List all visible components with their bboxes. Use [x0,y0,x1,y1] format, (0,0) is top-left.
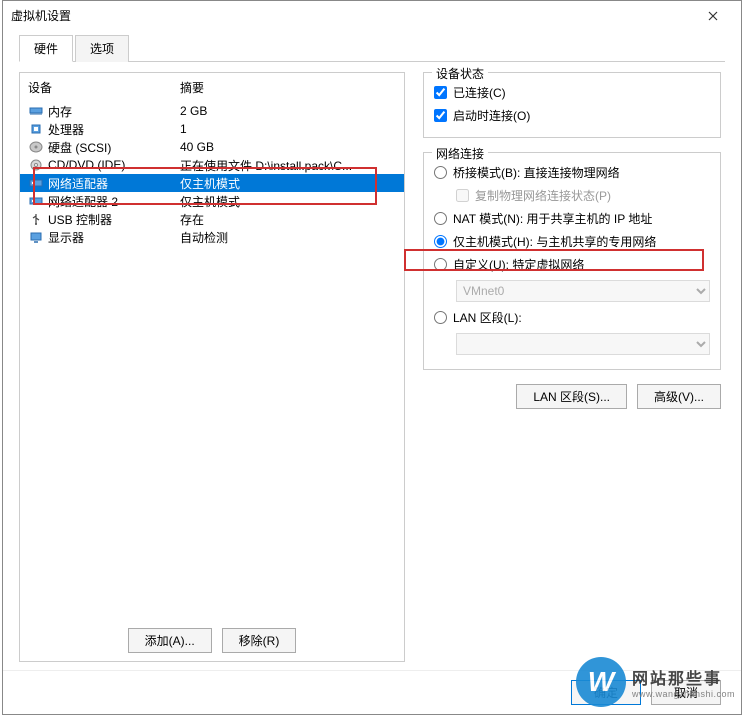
bridged-label: 桥接模式(B): 直接连接物理网络 [453,164,620,181]
tab-hardware[interactable]: 硬件 [19,35,73,62]
network-connection-group: 网络连接 桥接模式(B): 直接连接物理网络 复制物理网络连接状态(P) NAT… [423,152,721,370]
device-label: 网络适配器 2 [48,193,180,210]
bridged-radio[interactable] [434,166,447,179]
tab-bar: 硬件 选项 [3,31,741,62]
device-summary: 2 GB [180,104,400,118]
device-label: 处理器 [48,121,180,138]
connected-checkbox-row[interactable]: 已连接(C) [434,81,710,104]
close-icon [708,11,718,21]
device-row[interactable]: USB 控制器存在 [20,210,404,228]
disk-icon [28,140,44,154]
device-row[interactable]: CD/DVD (IDE)正在使用文件 D:\install.pack\C... [20,156,404,174]
device-label: 显示器 [48,229,180,246]
device-summary: 仅主机模式 [180,175,400,192]
memory-icon [28,104,44,118]
device-row[interactable]: 网络适配器仅主机模式 [20,174,404,192]
custom-radio-row[interactable]: 自定义(U): 特定虚拟网络 [434,253,710,276]
device-list-header: 设备 摘要 [20,73,404,102]
settings-panel: 设备状态 已连接(C) 启动时连接(O) 网络连接 桥接模式(B): 直接连接物… [419,72,725,662]
nat-label: NAT 模式(N): 用于共享主机的 IP 地址 [453,210,652,227]
vmnet-select-row: VMnet0 [434,276,710,306]
device-summary: 自动检测 [180,229,400,246]
custom-label: 自定义(U): 特定虚拟网络 [453,256,584,273]
lan-select [456,333,710,355]
lan-select-row [434,329,710,359]
usb-icon [28,212,44,226]
device-label: USB 控制器 [48,211,180,228]
device-row[interactable]: 内存2 GB [20,102,404,120]
nic-icon [28,194,44,208]
replicate-row: 复制物理网络连接状态(P) [434,184,710,207]
lan-segment-label: LAN 区段(L): [453,309,522,326]
display-icon [28,230,44,244]
device-label: 硬盘 (SCSI) [48,139,180,156]
connect-poweron-row[interactable]: 启动时连接(O) [434,104,710,127]
device-label: 网络适配器 [48,175,180,192]
connected-label: 已连接(C) [453,84,506,101]
device-row[interactable]: 硬盘 (SCSI)40 GB [20,138,404,156]
device-row[interactable]: 处理器1 [20,120,404,138]
device-row[interactable]: 网络适配器 2仅主机模式 [20,192,404,210]
cd-icon [28,158,44,172]
device-label: 内存 [48,103,180,120]
tab-options[interactable]: 选项 [75,35,129,62]
device-summary: 存在 [180,211,400,228]
device-list[interactable]: 内存2 GB处理器1硬盘 (SCSI)40 GBCD/DVD (IDE)正在使用… [20,102,404,620]
device-panel: 设备 摘要 内存2 GB处理器1硬盘 (SCSI)40 GBCD/DVD (ID… [19,72,405,662]
dialog-footer: 确定 取消 [3,670,741,714]
device-status-legend: 设备状态 [432,65,488,82]
vmnet-select: VMnet0 [456,280,710,302]
advanced-button[interactable]: 高级(V)... [637,384,721,409]
lan-segments-button[interactable]: LAN 区段(S)... [516,384,627,409]
device-summary: 仅主机模式 [180,193,400,210]
device-summary: 正在使用文件 D:\install.pack\C... [180,157,400,174]
nic-icon [28,176,44,190]
connected-checkbox[interactable] [434,86,447,99]
device-status-group: 设备状态 已连接(C) 启动时连接(O) [423,72,721,138]
device-summary: 40 GB [180,140,400,154]
nat-radio-row[interactable]: NAT 模式(N): 用于共享主机的 IP 地址 [434,207,710,230]
hostonly-radio[interactable] [434,235,447,248]
ok-button[interactable]: 确定 [571,680,641,705]
device-summary: 1 [180,122,400,136]
header-device: 设备 [28,79,180,96]
device-row[interactable]: 显示器自动检测 [20,228,404,246]
hostonly-radio-row[interactable]: 仅主机模式(H): 与主机共享的专用网络 [434,230,710,253]
nat-radio[interactable] [434,212,447,225]
cancel-button[interactable]: 取消 [651,680,721,705]
close-button[interactable] [693,2,733,30]
connect-poweron-label: 启动时连接(O) [453,107,530,124]
lan-segment-radio[interactable] [434,311,447,324]
cpu-icon [28,122,44,136]
lan-segment-radio-row[interactable]: LAN 区段(L): [434,306,710,329]
connect-poweron-checkbox[interactable] [434,109,447,122]
window-title: 虚拟机设置 [11,7,693,24]
custom-radio[interactable] [434,258,447,271]
hostonly-label: 仅主机模式(H): 与主机共享的专用网络 [453,233,656,250]
titlebar: 虚拟机设置 [3,1,741,31]
bridged-radio-row[interactable]: 桥接模式(B): 直接连接物理网络 [434,161,710,184]
remove-button[interactable]: 移除(R) [222,628,297,653]
replicate-label: 复制物理网络连接状态(P) [475,187,611,204]
header-summary: 摘要 [180,79,396,96]
device-label: CD/DVD (IDE) [48,158,180,172]
replicate-checkbox [456,189,469,202]
vm-settings-dialog: 虚拟机设置 硬件 选项 设备 摘要 内存2 GB处理器1硬盘 (SCSI)40 … [2,0,742,715]
device-buttons: 添加(A)... 移除(R) [20,620,404,661]
right-button-row: LAN 区段(S)... 高级(V)... [423,384,721,409]
network-legend: 网络连接 [432,145,488,162]
add-button[interactable]: 添加(A)... [128,628,212,653]
content-area: 设备 摘要 内存2 GB处理器1硬盘 (SCSI)40 GBCD/DVD (ID… [3,62,741,662]
